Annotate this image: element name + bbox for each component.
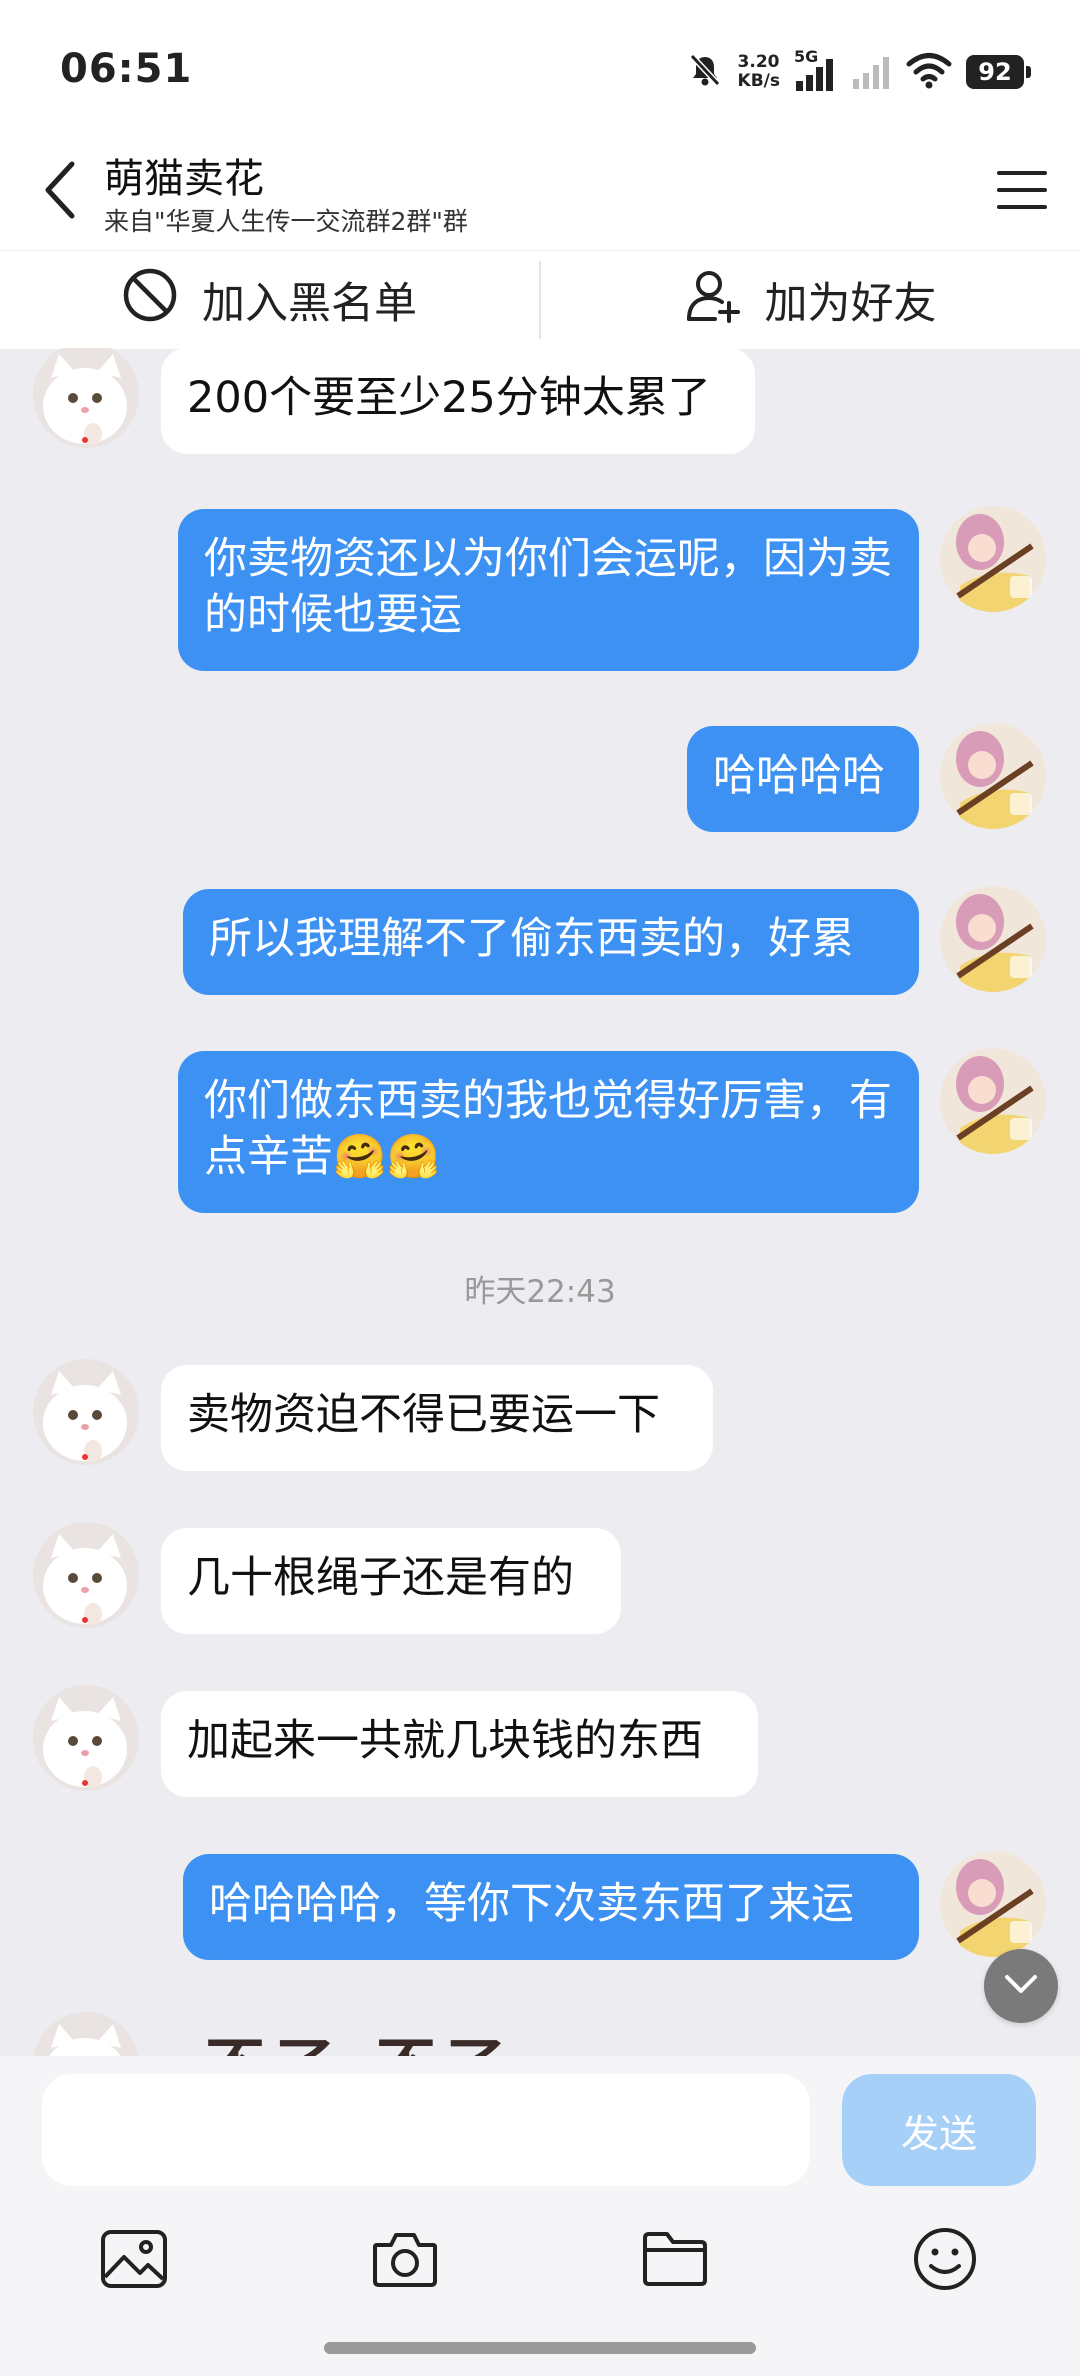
menu-button[interactable] bbox=[990, 160, 1054, 224]
message-text: 卖物资迫不得已要运一下 bbox=[187, 1390, 660, 1440]
message-text: 所以我理解不了偷东西卖的，好累 bbox=[209, 914, 854, 964]
network-type: 5G bbox=[794, 47, 819, 66]
message-bubble-incoming[interactable]: 卖物资迫不得已要运一下 bbox=[161, 1365, 713, 1471]
status-time: 06:51 bbox=[60, 46, 193, 92]
image-button[interactable] bbox=[89, 2216, 179, 2306]
cat-avatar[interactable] bbox=[33, 2012, 139, 2056]
status-bar: 06:51 3.20 KB/s 5G 92 bbox=[0, 0, 1080, 140]
image-icon bbox=[100, 2229, 168, 2293]
block-label: 加入黑名单 bbox=[202, 279, 417, 329]
time-divider: 昨天22:43 bbox=[464, 1274, 616, 1310]
message-bubble-outgoing[interactable]: 所以我理解不了偷东西卖的，好累 bbox=[183, 889, 919, 995]
message-text: 你卖物资还以为你们会运呢，因为卖的时候也要运 bbox=[204, 534, 892, 640]
back-button[interactable] bbox=[30, 152, 90, 232]
block-icon bbox=[122, 267, 178, 334]
net-speed: 3.20 KB/s bbox=[738, 53, 780, 91]
my-avatar[interactable] bbox=[940, 1851, 1046, 1957]
message-text: 加起来一共就几块钱的东西 bbox=[187, 1716, 703, 1766]
message-bubble-incoming[interactable]: 200个要至少25分钟太累了 bbox=[161, 348, 755, 454]
input-area: 发送 bbox=[0, 2056, 1080, 2376]
message-bubble-outgoing[interactable]: 你们做东西卖的我也觉得好厉害，有点辛苦🤗🤗 bbox=[178, 1051, 919, 1213]
message-input[interactable] bbox=[42, 2074, 810, 2186]
cat-avatar[interactable] bbox=[33, 1359, 139, 1465]
message-bubble-outgoing[interactable]: 哈哈哈哈 bbox=[687, 726, 919, 832]
status-icons: 3.20 KB/s 5G 92 bbox=[686, 47, 1031, 96]
add-user-icon bbox=[685, 267, 741, 334]
add-friend-label: 加为好友 bbox=[764, 279, 937, 329]
net-speed-unit: KB/s bbox=[737, 71, 780, 91]
chevron-left-icon bbox=[40, 160, 80, 224]
add-friend-button[interactable]: 加为好友 bbox=[541, 251, 1080, 349]
battery-icon: 92 bbox=[966, 55, 1031, 89]
net-speed-value: 3.20 bbox=[737, 52, 780, 72]
my-avatar[interactable] bbox=[940, 886, 1046, 992]
scroll-to-bottom-button[interactable] bbox=[984, 1949, 1058, 2023]
wifi-icon bbox=[906, 51, 952, 93]
folder-icon bbox=[641, 2230, 709, 2292]
message-text: 哈哈哈哈，等你下次卖东西了来运 bbox=[209, 1879, 854, 1929]
chat-title: 萌猫卖花 bbox=[104, 156, 264, 202]
message-text: 200个要至少25分钟太累了 bbox=[187, 373, 711, 423]
my-avatar[interactable] bbox=[940, 506, 1046, 612]
chevron-down-icon bbox=[1004, 1974, 1038, 1998]
sticker-text: 不了 不了 bbox=[205, 2018, 516, 2056]
hamburger-menu-icon bbox=[997, 169, 1047, 215]
hug-emoji-icon: 🤗🤗 bbox=[333, 1132, 441, 1182]
message-text: 你们做东西卖的我也觉得好厉害，有点辛苦 bbox=[204, 1076, 892, 1182]
camera-button[interactable] bbox=[360, 2216, 450, 2306]
signal-icon: 5G bbox=[794, 47, 838, 91]
folder-button[interactable] bbox=[630, 2216, 720, 2306]
cat-avatar[interactable] bbox=[33, 348, 139, 448]
message-text: 哈哈哈哈 bbox=[713, 751, 885, 801]
bell-off-icon bbox=[686, 51, 724, 93]
home-indicator[interactable] bbox=[324, 2342, 756, 2354]
message-list[interactable]: 200个要至少25分钟太累了 你卖物资还以为你们会运呢，因为卖的时候也要运 哈哈… bbox=[0, 348, 1080, 2056]
battery-level: 92 bbox=[978, 58, 1012, 86]
message-bubble-outgoing[interactable]: 你卖物资还以为你们会运呢，因为卖的时候也要运 bbox=[178, 509, 919, 671]
cat-avatar[interactable] bbox=[33, 1685, 139, 1791]
action-bar: 加入黑名单 加为好友 bbox=[0, 250, 1080, 349]
message-bubble-incoming[interactable]: 加起来一共就几块钱的东西 bbox=[161, 1691, 758, 1797]
chat-subtitle: 来自"华夏人生传一交流群2群"群 bbox=[104, 207, 468, 236]
cat-avatar[interactable] bbox=[33, 1522, 139, 1628]
my-avatar[interactable] bbox=[940, 723, 1046, 829]
signal-weak-icon bbox=[852, 51, 892, 93]
camera-icon bbox=[371, 2229, 439, 2293]
message-text: 几十根绳子还是有的 bbox=[187, 1553, 574, 1603]
emoji-button[interactable] bbox=[900, 2216, 990, 2306]
block-button[interactable]: 加入黑名单 bbox=[0, 251, 539, 349]
emoji-icon bbox=[912, 2226, 978, 2296]
message-bubble-incoming[interactable]: 几十根绳子还是有的 bbox=[161, 1528, 621, 1634]
my-avatar[interactable] bbox=[940, 1048, 1046, 1154]
message-bubble-outgoing[interactable]: 哈哈哈哈，等你下次卖东西了来运 bbox=[183, 1854, 919, 1960]
send-button[interactable]: 发送 bbox=[842, 2074, 1036, 2186]
chat-header: 萌猫卖花 来自"华夏人生传一交流群2群"群 bbox=[0, 140, 1080, 250]
